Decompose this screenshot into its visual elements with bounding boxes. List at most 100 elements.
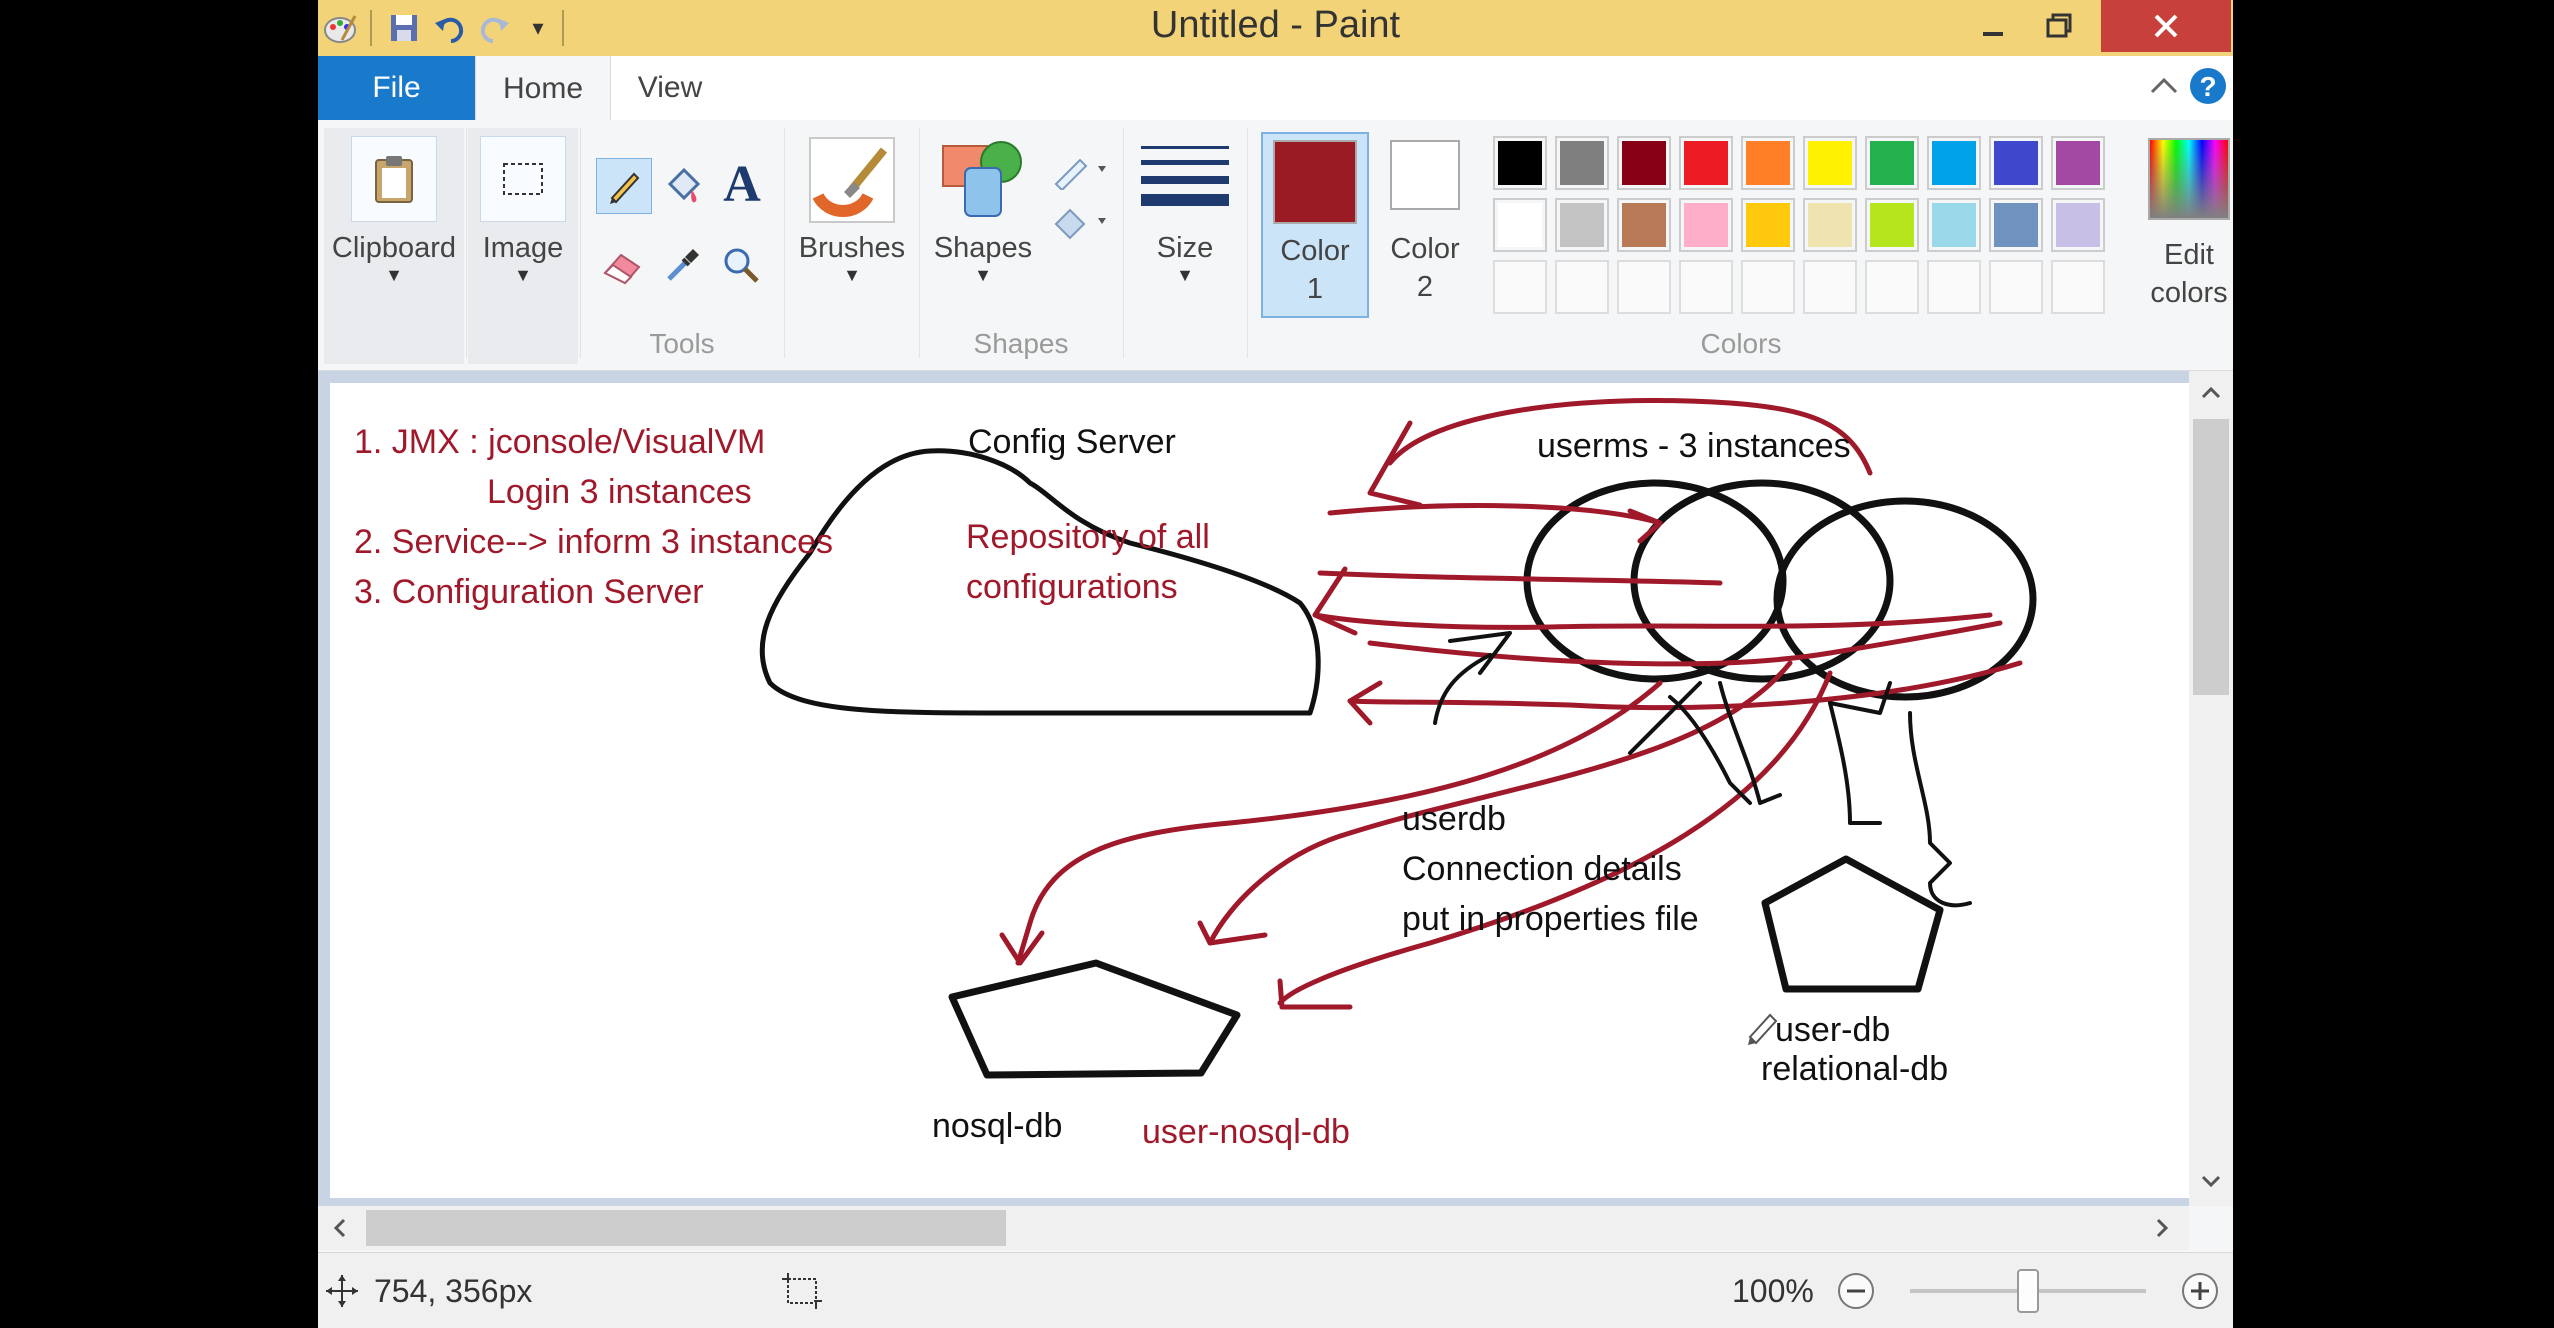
- vertical-scrollbar[interactable]: [2189, 371, 2233, 1206]
- edit-colors-button[interactable]: Edit colors: [2145, 132, 2233, 312]
- ribbon-tabs: File Home View ?: [318, 56, 2233, 122]
- palette-swatch[interactable]: [1679, 136, 1733, 190]
- zoom-out-icon[interactable]: [1836, 1271, 1876, 1311]
- horizontal-scroll-thumb[interactable]: [366, 1210, 1006, 1246]
- minimize-button[interactable]: [1963, 0, 2023, 52]
- palette-swatch[interactable]: [1927, 198, 1981, 252]
- palette-empty-slot[interactable]: [1989, 260, 2043, 314]
- size-button[interactable]: Size ▼: [1125, 136, 1245, 286]
- edit-colors-label: Edit: [2164, 239, 2214, 271]
- eraser-icon[interactable]: [596, 238, 650, 292]
- palette-swatch[interactable]: [1989, 198, 2043, 252]
- palette-swatch[interactable]: [1555, 136, 1609, 190]
- config-server-label: Config Server: [968, 423, 1176, 461]
- color2-button[interactable]: Color 2: [1373, 132, 1477, 314]
- palette-empty-slot[interactable]: [1555, 260, 1609, 314]
- edit-colors-label-2: colors: [2150, 277, 2228, 309]
- note-login: Login 3 instances: [487, 473, 752, 511]
- clipboard-dropdown-arrow: ▼: [385, 265, 403, 285]
- palette-empty-slot[interactable]: [1865, 260, 1919, 314]
- vertical-scroll-thumb[interactable]: [2193, 419, 2229, 695]
- palette-empty-slot[interactable]: [1679, 260, 1733, 314]
- image-group: Image ▼: [468, 128, 578, 364]
- tab-file[interactable]: File: [318, 56, 475, 120]
- repository-line2: configurations: [966, 568, 1178, 606]
- palette-swatch[interactable]: [2051, 136, 2105, 190]
- clipboard-button[interactable]: Clipboard ▼: [324, 136, 464, 286]
- palette-swatch[interactable]: [1989, 136, 2043, 190]
- scroll-right-icon[interactable]: [2148, 1214, 2176, 1242]
- image-button[interactable]: Image ▼: [468, 136, 578, 286]
- palette-swatch[interactable]: [1927, 136, 1981, 190]
- brushes-group: Brushes ▼: [786, 128, 918, 364]
- palette-empty-slot[interactable]: [1927, 260, 1981, 314]
- clipboard-group: Clipboard ▼: [324, 128, 464, 364]
- palette-swatch[interactable]: [1865, 198, 1919, 252]
- palette-swatch[interactable]: [1493, 136, 1547, 190]
- scroll-left-icon[interactable]: [326, 1214, 354, 1242]
- group-separator: [919, 128, 920, 358]
- scroll-up-icon[interactable]: [2197, 379, 2225, 407]
- edit-colors-icon: [2148, 138, 2230, 220]
- shapes-group-label: Shapes: [973, 328, 1069, 359]
- properties-file-label: put in properties file: [1402, 900, 1699, 938]
- palette-swatch[interactable]: [1803, 198, 1857, 252]
- palette-empty-slot[interactable]: [1617, 260, 1671, 314]
- brush-icon: [808, 136, 896, 224]
- palette-empty-slot[interactable]: [2051, 260, 2105, 314]
- brushes-button[interactable]: Brushes ▼: [786, 136, 918, 286]
- outline-icon[interactable]: [1045, 146, 1115, 194]
- fill-icon[interactable]: [1045, 198, 1115, 246]
- group-separator: [784, 128, 785, 358]
- pencil-icon[interactable]: [596, 158, 652, 214]
- palette-swatch[interactable]: [1555, 198, 1609, 252]
- shapes-button[interactable]: Shapes ▼: [921, 136, 1045, 286]
- title-bar: ▾ Untitled - Paint: [318, 0, 2233, 56]
- text-tool-icon[interactable]: A: [714, 154, 770, 214]
- palette-swatch[interactable]: [1617, 136, 1671, 190]
- scroll-down-icon[interactable]: [2197, 1167, 2225, 1195]
- palette-swatch[interactable]: [1493, 198, 1547, 252]
- color-picker-icon[interactable]: [656, 238, 710, 292]
- drawing-canvas[interactable]: 1. JMX : jconsole/VisualVM Login 3 insta…: [330, 383, 2190, 1198]
- status-bar: 754, 356px 100%: [318, 1252, 2233, 1328]
- repository-line1: Repository of all: [966, 518, 1210, 556]
- palette-swatch[interactable]: [1741, 136, 1795, 190]
- maximize-button[interactable]: [2028, 0, 2090, 52]
- tab-home[interactable]: Home: [475, 56, 611, 122]
- fill-bucket-icon[interactable]: [656, 158, 710, 212]
- relational-db-label: relational-db: [1761, 1050, 1949, 1088]
- group-separator: [580, 128, 581, 358]
- note-jmx: 1. JMX : jconsole/VisualVM: [354, 423, 766, 461]
- palette-empty-slot[interactable]: [1741, 260, 1795, 314]
- color1-button[interactable]: Color 1: [1261, 132, 1369, 318]
- brushes-label: Brushes: [798, 232, 906, 264]
- zoom-in-icon[interactable]: [2180, 1271, 2220, 1311]
- palette-swatch[interactable]: [2051, 198, 2105, 252]
- close-button[interactable]: [2101, 0, 2231, 52]
- cursor-position-icon: [324, 1273, 360, 1309]
- palette-empty-slot[interactable]: [1493, 260, 1547, 314]
- palette-swatch[interactable]: [1679, 198, 1733, 252]
- shapes-group: Shapes ▼ Shapes: [921, 128, 1121, 364]
- magnifier-icon[interactable]: [714, 238, 768, 292]
- palette-swatch[interactable]: [1803, 136, 1857, 190]
- user-db-label: user-db: [1775, 1011, 1891, 1049]
- nosql-db-label: nosql-db: [932, 1107, 1063, 1145]
- zoom-slider[interactable]: [1910, 1269, 2146, 1313]
- palette-swatch[interactable]: [1617, 198, 1671, 252]
- note-service: 2. Service--> inform 3 instances: [354, 523, 834, 561]
- tab-view[interactable]: View: [610, 56, 730, 120]
- help-icon[interactable]: ?: [2188, 66, 2228, 106]
- palette-swatch[interactable]: [1741, 198, 1795, 252]
- shapes-label: Shapes: [933, 232, 1033, 264]
- size-dropdown-arrow: ▼: [1176, 265, 1194, 285]
- palette-swatch[interactable]: [1865, 136, 1919, 190]
- palette-empty-slot[interactable]: [1803, 260, 1857, 314]
- horizontal-scrollbar[interactable]: [318, 1206, 2189, 1250]
- pencil-cursor-icon: [1748, 1013, 1778, 1045]
- zoom-slider-thumb[interactable]: [2017, 1269, 2039, 1313]
- collapse-ribbon-icon[interactable]: [2144, 66, 2184, 106]
- shapes-dropdown-arrow: ▼: [974, 265, 992, 285]
- tools-group-label: Tools: [649, 328, 715, 359]
